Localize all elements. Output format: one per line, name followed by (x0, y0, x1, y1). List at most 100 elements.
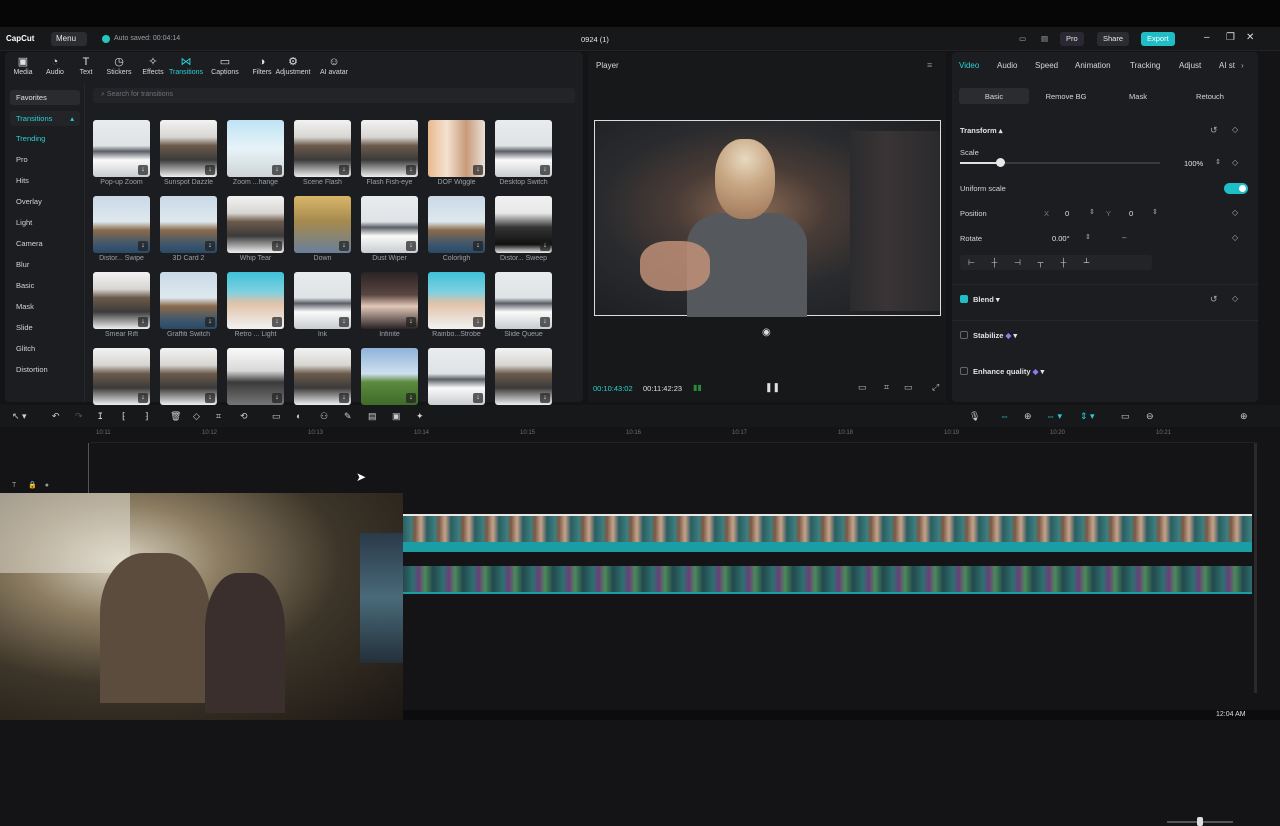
zoom-out-icon[interactable]: ⊖ (1146, 411, 1154, 422)
undo-icon[interactable]: ↶ (52, 411, 60, 422)
transition-tile[interactable]: ↓ Colorligh (428, 196, 485, 262)
subtab-mask[interactable]: Mask (1103, 88, 1173, 104)
tab-speed[interactable]: Speed (1035, 61, 1058, 70)
transition-tile[interactable]: ↓ (428, 348, 485, 407)
download-icon[interactable]: ↓ (540, 393, 550, 403)
download-icon[interactable]: ↓ (138, 165, 148, 175)
enhance-heading[interactable]: Enhance quality ◆ ▾ (973, 367, 1044, 376)
favorites-tab[interactable]: Favorites (10, 90, 80, 105)
transition-tile[interactable]: ↓ Retro ... Light (227, 272, 284, 338)
enhance-checkbox[interactable] (960, 367, 968, 375)
category-overlay[interactable]: Overlay (16, 197, 42, 206)
download-icon[interactable]: ↓ (205, 393, 215, 403)
download-icon[interactable]: ↓ (540, 165, 550, 175)
download-icon[interactable]: ↓ (339, 241, 349, 251)
tool-ai-avatar[interactable]: ☺ AI avatar (316, 56, 352, 76)
subtab-retouch[interactable]: Retouch (1175, 88, 1245, 104)
select-tool-icon[interactable]: ↖ ▾ (12, 411, 27, 422)
close-icon[interactable]: ✕ (1246, 32, 1254, 43)
download-icon[interactable]: ↓ (473, 317, 483, 327)
pos-x-input[interactable]: 0 (1065, 209, 1069, 218)
category-trending[interactable]: Trending (16, 134, 45, 143)
overlay-clip-track[interactable] (403, 566, 1252, 594)
transition-tile[interactable]: ↓ (93, 348, 150, 407)
linkage-icon[interactable]: ⇔ ▾ (1046, 411, 1062, 422)
download-icon[interactable]: ↓ (473, 241, 483, 251)
split-icon[interactable]: ⵊ (98, 411, 103, 422)
split-right-icon[interactable]: ⁆ (145, 411, 149, 422)
pos-y-input[interactable]: 0 (1129, 209, 1133, 218)
transition-tile[interactable]: ↓ (227, 348, 284, 407)
download-icon[interactable]: ↓ (540, 317, 550, 327)
reset-icon[interactable]: ↺ (1210, 125, 1218, 136)
blend-heading[interactable]: Blend ▾ (973, 295, 1000, 304)
reverse-icon[interactable]: ◐ (296, 411, 301, 421)
keyframe-icon[interactable]: ◇ (1232, 233, 1238, 242)
download-icon[interactable]: ↓ (138, 317, 148, 327)
zoom-handle[interactable] (1197, 817, 1203, 826)
caption-tool-icon[interactable]: ▤ (368, 411, 377, 422)
tool-effects[interactable]: ✧ Effects (135, 56, 171, 76)
visibility-icon[interactable]: ● (45, 482, 49, 489)
quality-icon[interactable]: ▭ (858, 382, 867, 393)
transition-tile[interactable]: ↓ Rainbo...Strobe (428, 272, 485, 338)
search-input[interactable]: ⌕ Search for transitions (93, 88, 575, 103)
download-icon[interactable]: ↓ (406, 165, 416, 175)
shortcut-icon[interactable]: ▤ (1035, 32, 1054, 46)
transition-tile[interactable]: ↓ Pop-up Zoom (93, 120, 150, 186)
minimize-icon[interactable]: – (1204, 32, 1210, 43)
pause-button[interactable]: ❚❚ (765, 382, 780, 393)
playhead[interactable] (88, 443, 89, 493)
keyframe-icon[interactable]: ◇ (1232, 208, 1238, 217)
tool-captions[interactable]: ▭ Captions (207, 56, 243, 76)
align-bottom-icon[interactable]: ┴ (1075, 255, 1098, 270)
tool-stickers[interactable]: ◷ Stickers (101, 56, 137, 76)
transition-tile[interactable]: ↓ Infinite (361, 272, 418, 338)
snap-icon[interactable]: ⊕ (1024, 411, 1032, 422)
download-icon[interactable]: ↓ (339, 393, 349, 403)
ratio-icon[interactable]: ▭ (904, 382, 913, 393)
stepper-icon[interactable]: ⇕ (1152, 208, 1158, 216)
crop-icon[interactable]: ⌗ (884, 382, 889, 393)
download-icon[interactable]: ↓ (272, 317, 282, 327)
category-mask[interactable]: Mask (16, 302, 34, 311)
blend-checkbox[interactable] (960, 295, 968, 303)
download-icon[interactable]: ↓ (205, 165, 215, 175)
keyframe-icon[interactable]: ◇ (1232, 158, 1238, 167)
download-icon[interactable]: ↓ (339, 317, 349, 327)
transition-tile[interactable]: ↓ Dust Wiper (361, 196, 418, 262)
reset-icon[interactable]: ↺ (1210, 294, 1218, 305)
keyframe-icon[interactable]: ◇ (1232, 125, 1238, 134)
pro-button[interactable]: Pro (1060, 32, 1084, 46)
auto-reframe-icon[interactable]: ⟲ (240, 411, 248, 422)
timeline-scrollbar[interactable] (1254, 443, 1257, 693)
flip-icon[interactable]: – (1122, 233, 1126, 242)
download-icon[interactable]: ↓ (473, 165, 483, 175)
category-glitch[interactable]: Glitch (16, 344, 35, 353)
transition-tile[interactable]: ↓ (294, 348, 351, 407)
subtab-remove-bg[interactable]: Remove BG (1031, 88, 1101, 104)
transition-tile[interactable]: ↓ Down (294, 196, 351, 262)
transition-tile[interactable]: ↓ 3D Card 2 (160, 196, 217, 262)
tool-text[interactable]: T Text (68, 56, 104, 76)
rotate-input[interactable]: 0.00° (1052, 234, 1070, 243)
align-top-icon[interactable]: ┬ (1029, 255, 1052, 270)
tool-media[interactable]: ▣ Media (5, 56, 41, 76)
transition-tile[interactable]: ↓ Ink (294, 272, 351, 338)
speed-icon[interactable]: ⚇ (320, 411, 328, 422)
preview-axis-icon[interactable]: ⇕ ▾ (1080, 411, 1095, 422)
transition-tile[interactable]: ↓ Scene Flash (294, 120, 351, 186)
rotate-handle-icon[interactable]: ◉ (762, 327, 771, 338)
magic-icon[interactable]: ✎ (344, 411, 352, 422)
transition-tile[interactable]: ↓ Flash Fish-eye (361, 120, 418, 186)
marker-icon[interactable]: ◇ (193, 411, 200, 422)
redo-icon[interactable]: ↷ (75, 411, 83, 422)
tab-ai-st[interactable]: AI st (1219, 61, 1235, 70)
download-icon[interactable]: ↓ (138, 393, 148, 403)
lock-icon[interactable]: 🔒 (28, 482, 37, 489)
tool-adjustment[interactable]: ⚙ Adjustment (275, 56, 311, 76)
transition-tile[interactable]: ↓ Distor... Sweep (495, 196, 552, 262)
link-clips-icon[interactable]: ⇔ (1000, 411, 1009, 421)
split-left-icon[interactable]: ⁅ (122, 411, 126, 422)
transition-tile[interactable]: ↓ Smear Rift (93, 272, 150, 338)
